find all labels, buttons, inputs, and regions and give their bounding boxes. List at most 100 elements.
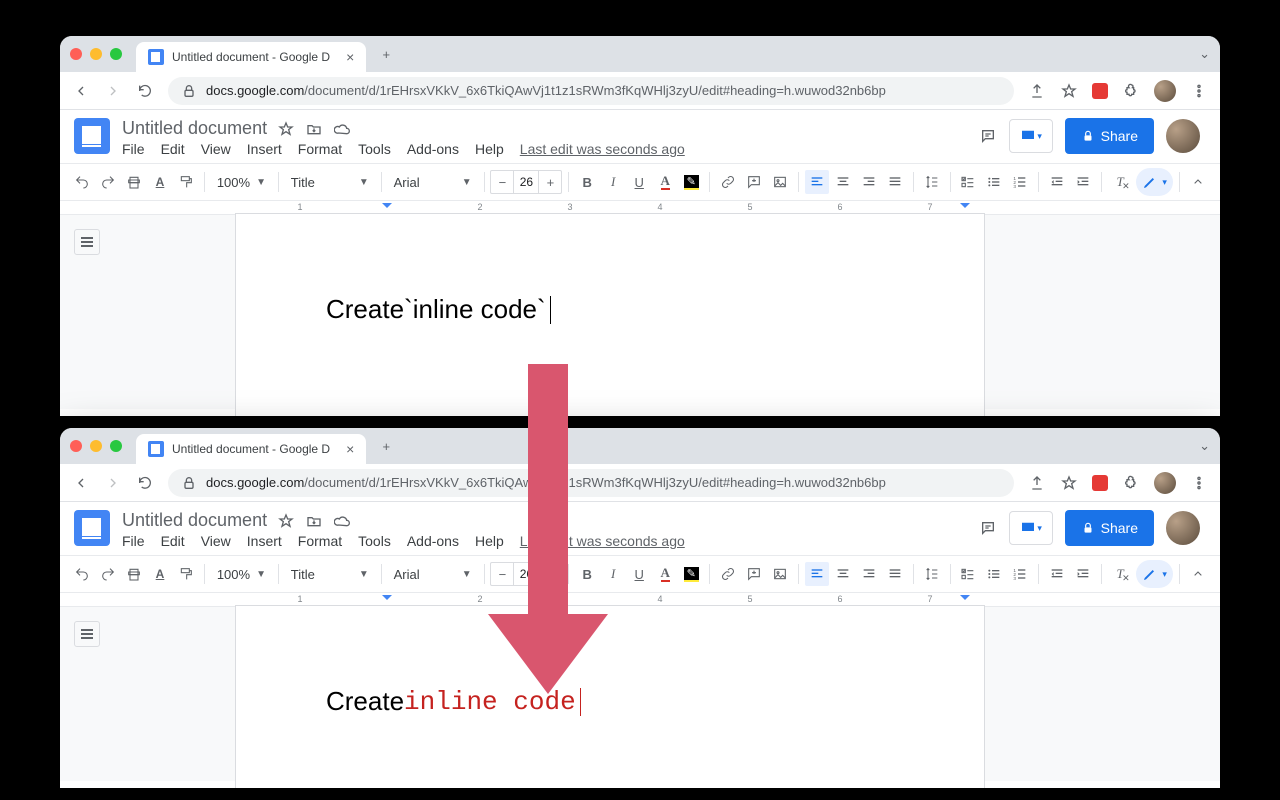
underline-button[interactable]: U	[627, 562, 651, 586]
outdent-button[interactable]	[1045, 562, 1069, 586]
outdent-button[interactable]	[1045, 170, 1069, 194]
redo-button[interactable]	[96, 562, 120, 586]
forward-icon[interactable]	[104, 474, 122, 492]
font-size-increase[interactable]: +	[539, 175, 561, 190]
style-select[interactable]: Title▼	[285, 170, 375, 194]
share-button[interactable]: Share	[1065, 510, 1154, 546]
print-button[interactable]	[122, 562, 146, 586]
checklist-button[interactable]	[956, 170, 980, 194]
window-controls[interactable]	[70, 48, 122, 60]
document-title[interactable]: Untitled document	[122, 118, 267, 139]
collapse-toolbar-icon[interactable]	[1186, 562, 1210, 586]
close-tab-icon[interactable]: ×	[346, 441, 354, 457]
window-controls[interactable]	[70, 440, 122, 452]
close-window-icon[interactable]	[70, 48, 82, 60]
right-indent-marker-icon[interactable]	[960, 595, 970, 605]
tabs-dropdown-icon[interactable]: ⌄	[1199, 438, 1210, 454]
present-button[interactable]: ▾	[1009, 511, 1053, 545]
menu-insert[interactable]: Insert	[247, 141, 282, 157]
align-left-button[interactable]	[805, 170, 829, 194]
editing-mode-button[interactable]: ▾	[1136, 168, 1173, 196]
new-tab-button[interactable]: +	[372, 40, 400, 68]
text-color-button[interactable]: A	[653, 562, 677, 586]
document-content[interactable]: Create inline code	[326, 686, 894, 717]
menu-file[interactable]: File	[122, 141, 145, 157]
numbered-list-button[interactable]: 123	[1008, 170, 1032, 194]
move-icon[interactable]	[305, 512, 323, 530]
move-icon[interactable]	[305, 120, 323, 138]
spellcheck-button[interactable]: A	[148, 170, 172, 194]
reload-icon[interactable]	[136, 82, 154, 100]
zoom-select[interactable]: 100%▼	[211, 170, 272, 194]
extensions-icon[interactable]	[1122, 82, 1140, 100]
undo-button[interactable]	[70, 170, 94, 194]
font-size-value[interactable]: 26	[513, 171, 539, 193]
link-button[interactable]	[716, 170, 740, 194]
align-right-button[interactable]	[857, 170, 881, 194]
menu-help[interactable]: Help	[475, 533, 504, 549]
align-right-button[interactable]	[857, 562, 881, 586]
bullet-list-button[interactable]	[982, 170, 1006, 194]
minimize-window-icon[interactable]	[90, 48, 102, 60]
menu-file[interactable]: File	[122, 533, 145, 549]
undo-button[interactable]	[70, 562, 94, 586]
url-field[interactable]: docs.google.com/document/d/1rEHrsxVKkV_6…	[168, 77, 1014, 105]
url-field[interactable]: docs.google.com/document/d/1rEHrsxVKkV_6…	[168, 469, 1014, 497]
indent-button[interactable]	[1071, 562, 1095, 586]
menu-format[interactable]: Format	[298, 533, 342, 549]
font-select[interactable]: Arial▼	[388, 562, 478, 586]
docs-logo-icon[interactable]	[74, 118, 110, 154]
close-tab-icon[interactable]: ×	[346, 49, 354, 65]
clear-format-button[interactable]: T✕	[1108, 170, 1132, 194]
align-center-button[interactable]	[831, 170, 855, 194]
comments-icon[interactable]	[979, 519, 997, 537]
collapse-toolbar-icon[interactable]	[1186, 170, 1210, 194]
present-button[interactable]: ▾	[1009, 119, 1053, 153]
fullscreen-window-icon[interactable]	[110, 48, 122, 60]
outline-toggle-button[interactable]	[74, 621, 100, 647]
last-edit-label[interactable]: Last edit was seconds ago	[520, 533, 685, 549]
comments-icon[interactable]	[979, 127, 997, 145]
browser-tab[interactable]: Untitled document - Google D ×	[136, 434, 366, 464]
checklist-button[interactable]	[956, 562, 980, 586]
font-size-increase[interactable]: +	[539, 567, 561, 582]
share-page-icon[interactable]	[1028, 82, 1046, 100]
image-button[interactable]	[768, 170, 792, 194]
fullscreen-window-icon[interactable]	[110, 440, 122, 452]
menu-view[interactable]: View	[201, 141, 231, 157]
italic-button[interactable]: I	[601, 562, 625, 586]
minimize-window-icon[interactable]	[90, 440, 102, 452]
menu-addons[interactable]: Add-ons	[407, 533, 459, 549]
back-icon[interactable]	[72, 474, 90, 492]
account-avatar-icon[interactable]	[1166, 511, 1200, 545]
menu-insert[interactable]: Insert	[247, 533, 282, 549]
star-icon[interactable]	[277, 120, 295, 138]
align-center-button[interactable]	[831, 562, 855, 586]
reload-icon[interactable]	[136, 474, 154, 492]
highlight-button[interactable]: ✎	[679, 562, 703, 586]
menu-tools[interactable]: Tools	[358, 533, 391, 549]
indent-marker-icon[interactable]	[382, 203, 392, 213]
bullet-list-button[interactable]	[982, 562, 1006, 586]
cloud-saved-icon[interactable]	[333, 512, 351, 530]
last-edit-label[interactable]: Last edit was seconds ago	[520, 141, 685, 157]
menu-help[interactable]: Help	[475, 141, 504, 157]
font-select[interactable]: Arial▼	[388, 170, 478, 194]
zoom-select[interactable]: 100%▼	[211, 562, 272, 586]
align-left-button[interactable]	[805, 562, 829, 586]
link-button[interactable]	[716, 562, 740, 586]
line-spacing-button[interactable]	[920, 170, 944, 194]
font-size-decrease[interactable]: −	[491, 567, 513, 582]
bookmark-icon[interactable]	[1060, 82, 1078, 100]
extensions-icon[interactable]	[1122, 474, 1140, 492]
profile-avatar-icon[interactable]	[1154, 472, 1176, 494]
font-size-control[interactable]: − 26 +	[490, 562, 562, 586]
numbered-list-button[interactable]: 123	[1008, 562, 1032, 586]
bold-button[interactable]: B	[575, 562, 599, 586]
document-title[interactable]: Untitled document	[122, 510, 267, 531]
redo-button[interactable]	[96, 170, 120, 194]
highlight-button[interactable]: ✎	[679, 170, 703, 194]
italic-button[interactable]: I	[601, 170, 625, 194]
close-window-icon[interactable]	[70, 440, 82, 452]
kebab-menu-icon[interactable]	[1190, 474, 1208, 492]
